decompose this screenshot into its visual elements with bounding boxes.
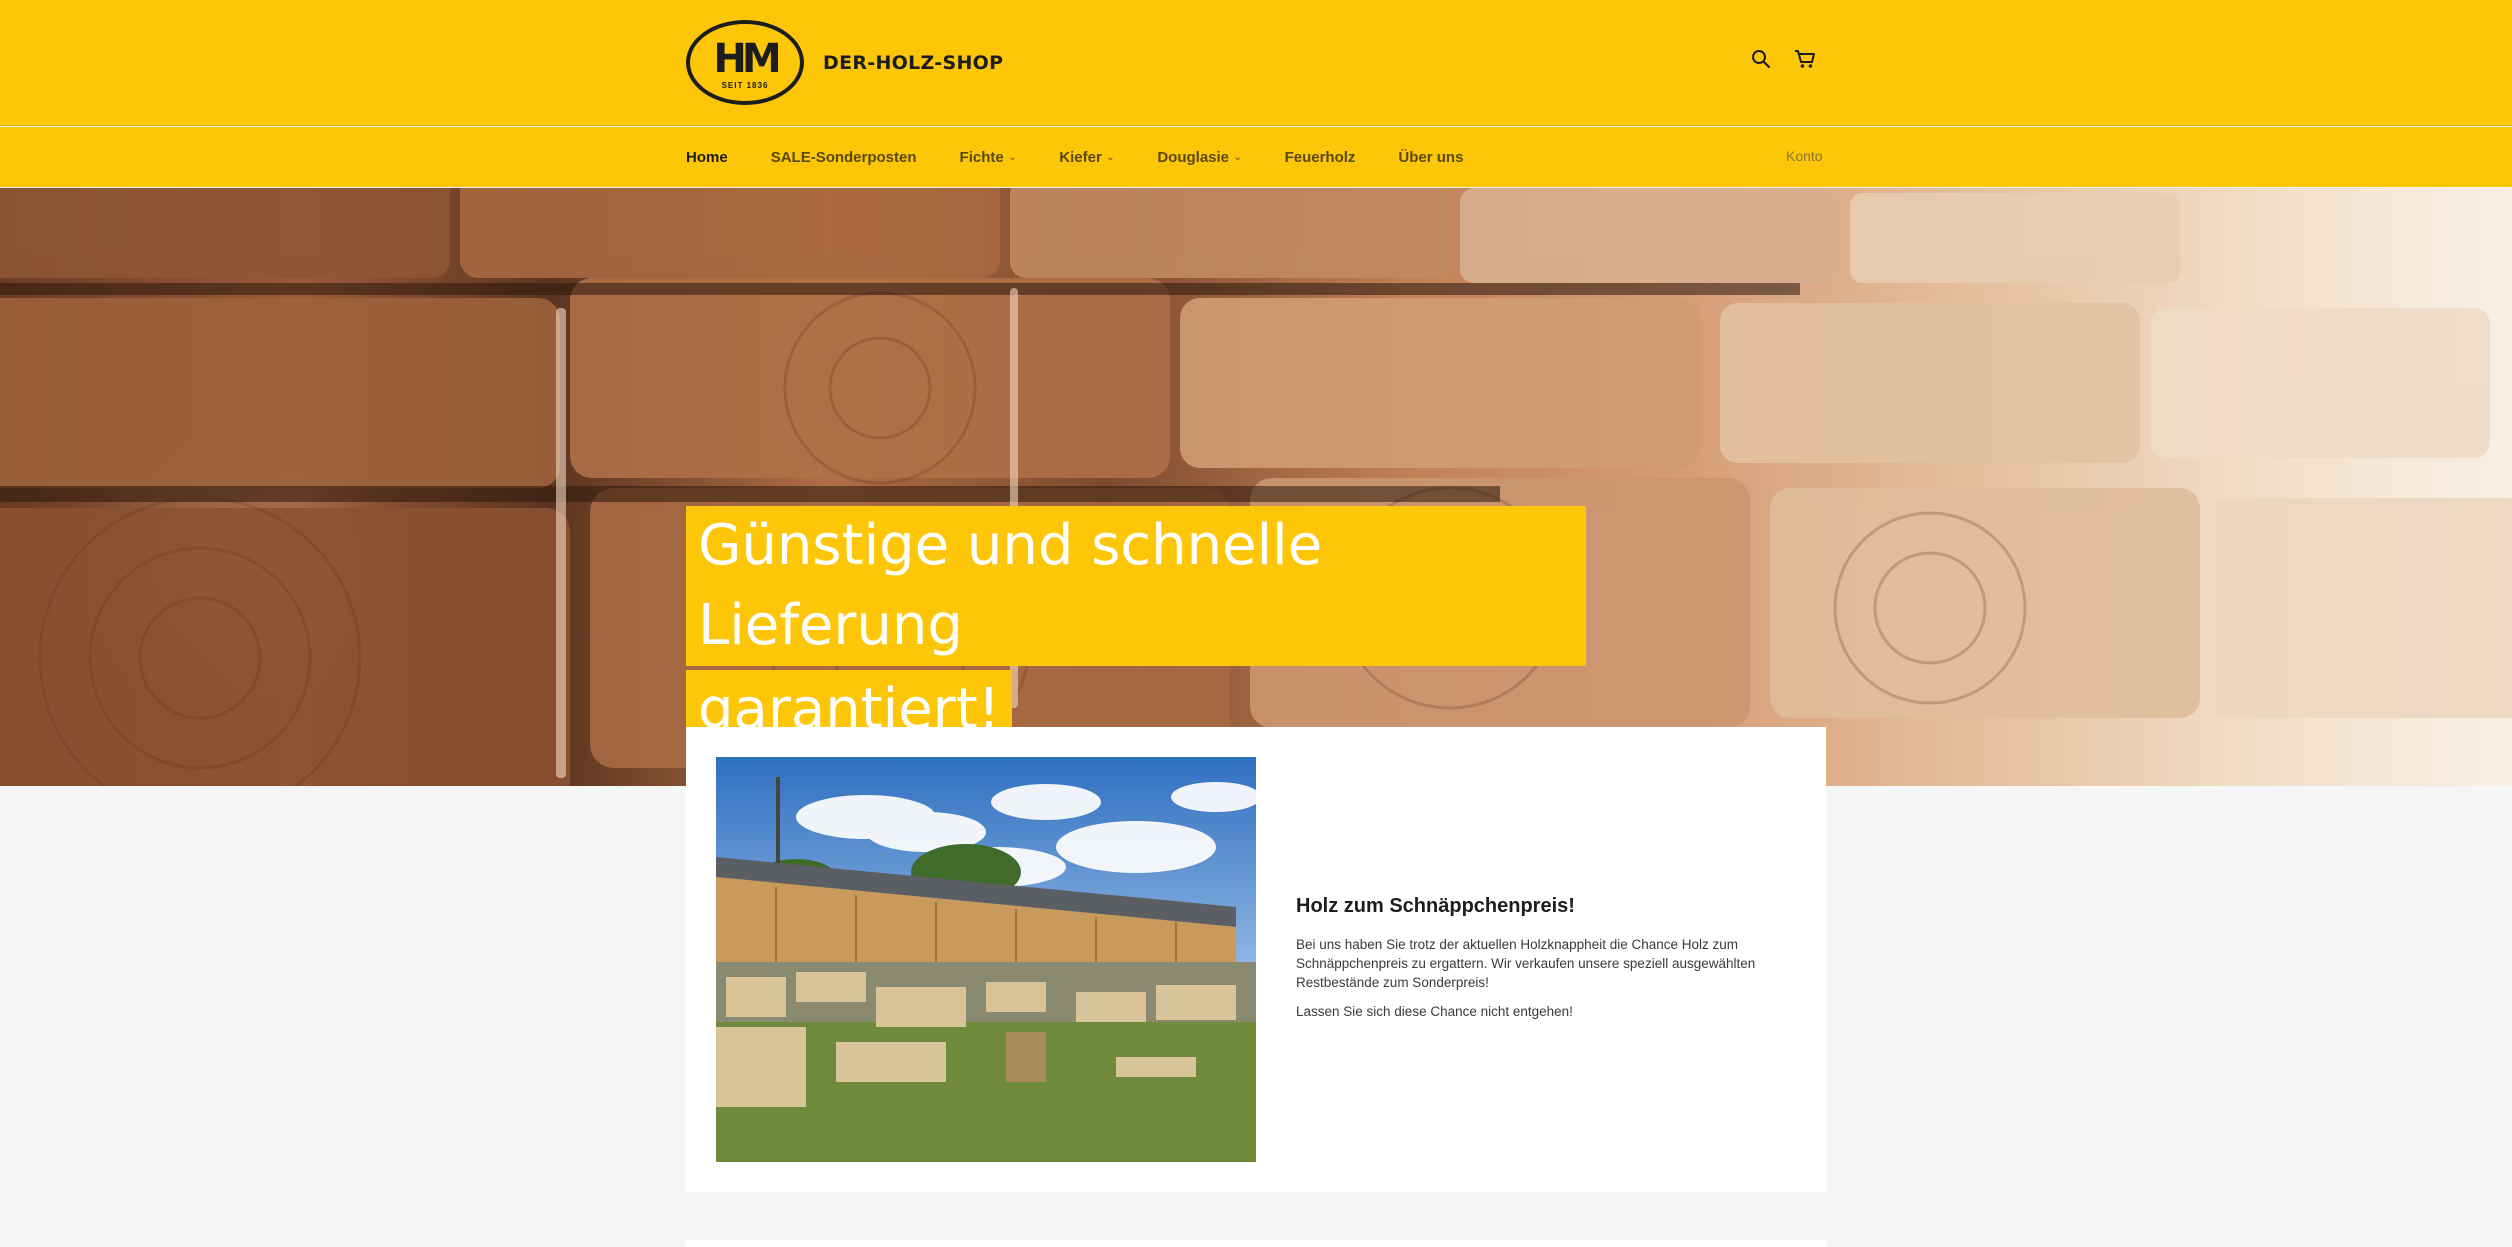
nav-item-label: Fichte <box>959 148 1004 166</box>
account-link[interactable]: Konto <box>1786 148 1823 164</box>
nav-item-label: Home <box>686 148 728 166</box>
nav-item-label: Douglasie <box>1157 148 1230 166</box>
feature-card: Holz zum Schnäppchenpreis! Bei uns haben… <box>686 727 1826 1192</box>
lumberyard-photo <box>716 757 1256 1162</box>
nav-item-ueber-uns[interactable]: Über uns <box>1398 149 1463 166</box>
logo-emblem: HM SEIT 1836 <box>686 20 804 105</box>
nav-item-home[interactable]: Home <box>686 149 728 166</box>
feature-text: Bei uns haben Sie trotz der aktuellen Ho… <box>1296 935 1756 1021</box>
nav-item-label: Über uns <box>1398 148 1464 166</box>
feature-paragraph-1: Bei uns haben Sie trotz der aktuellen Ho… <box>1296 937 1756 990</box>
cart-icon[interactable] <box>1794 48 1816 70</box>
nav-item-fichte[interactable]: Fichte ⌄ <box>960 149 1017 166</box>
site-header: HM SEIT 1836 DER-HOLZ-SHOP <box>0 0 2512 126</box>
nav-item-label: Kiefer <box>1059 148 1102 166</box>
feature-title: Holz zum Schnäppchenpreis! <box>1296 895 1575 917</box>
chevron-down-icon: ⌄ <box>1106 151 1115 162</box>
nav-item-label: Feuerholz <box>1284 148 1356 166</box>
logo-mark: HM <box>713 36 781 82</box>
hero-heading: Günstige und schnelle Lieferung garantie… <box>686 506 1586 754</box>
logo-since: SEIT 1836 <box>721 81 769 90</box>
feature-paragraph-2: Lassen Sie sich diese Chance nicht entge… <box>1296 1004 1573 1019</box>
hero-banner: Günstige und schnelle Lieferung garantie… <box>0 188 2512 786</box>
chevron-down-icon: ⌄ <box>1234 151 1242 162</box>
nav-item-feuerholz[interactable]: Feuerholz <box>1285 149 1356 166</box>
shop-name: DER-HOLZ-SHOP <box>823 51 1004 74</box>
nav-item-douglasie[interactable]: Douglasie ⌄ <box>1157 149 1241 166</box>
hero-heading-line-1: Günstige und schnelle Lieferung <box>686 506 1586 666</box>
search-icon[interactable] <box>1750 48 1772 70</box>
nav-item-label: SALE-Sonderposten <box>770 148 917 166</box>
main-nav: Home SALE-Sonderposten Fichte ⌄ Kiefer ⌄ D… <box>0 127 2512 187</box>
nav-item-kiefer[interactable]: Kiefer ⌄ <box>1059 149 1114 166</box>
nav-item-sale[interactable]: SALE-Sonderposten <box>771 149 917 166</box>
chevron-down-icon: ⌄ <box>1008 151 1017 162</box>
next-section-card <box>686 1240 1826 1247</box>
logo-link[interactable]: HM SEIT 1836 DER-HOLZ-SHOP <box>686 20 1003 105</box>
